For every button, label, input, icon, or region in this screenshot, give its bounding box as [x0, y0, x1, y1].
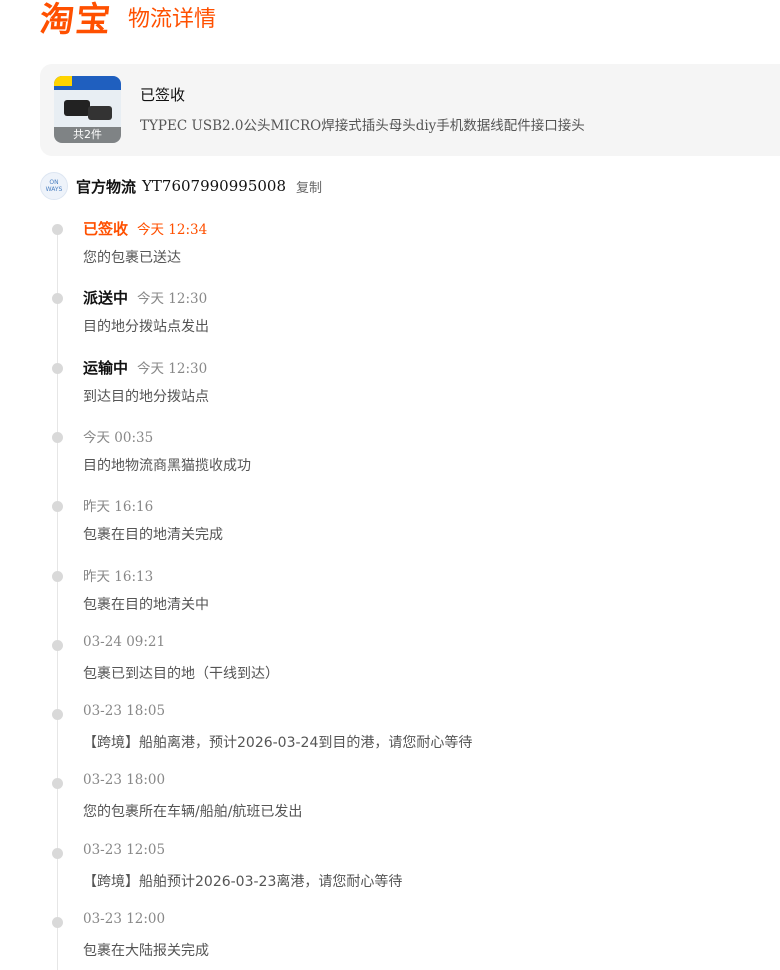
event-description: 您的包裹已送达 [83, 250, 181, 266]
timeline-event: 昨天 16:13 包裹在目的地清关中 [40, 557, 780, 617]
timeline-event: 运输中 今天 12:30 到达目的地分拨站点 [40, 349, 780, 409]
page-header: 淘宝 物流详情 [38, 0, 217, 40]
event-description: 包裹在大陆报关完成 [83, 943, 209, 959]
event-time: 今天 12:34 [137, 222, 208, 238]
timeline-dot-icon [52, 431, 63, 443]
thumbnail-banner [54, 76, 121, 90]
event-header: 03-23 12:00 [83, 911, 165, 927]
event-description: 【跨境】船舶预计2026-03-23离港，请您耐心等待 [83, 873, 403, 890]
timeline-dot-icon [52, 709, 63, 721]
event-header: 03-23 18:00 [83, 772, 165, 788]
event-description: 包裹已到达目的地（干线到达） [83, 665, 279, 682]
event-header: 03-23 18:05 [83, 703, 165, 719]
copy-button[interactable]: 复制 [296, 177, 322, 196]
taobao-logo[interactable]: 淘宝 [38, 0, 114, 40]
event-header: 已签收 今天 12:34 [83, 218, 207, 239]
page-title: 物流详情 [128, 7, 217, 32]
event-description: 【跨境】船舶离港，预计2026-03-24到目的港，请您耐心等待 [83, 735, 473, 752]
timeline-dot-icon [52, 778, 63, 790]
timeline-dot-icon [52, 917, 63, 928]
timeline-event: 03-23 18:00 您的包裹所在车辆/船舶/航班已发出 [40, 764, 780, 824]
event-description: 包裹在目的地清关中 [83, 596, 209, 613]
product-thumbnail[interactable]: 共2件 [54, 76, 121, 143]
event-time: 今天 12:30 [137, 291, 208, 308]
timeline-dot-icon [52, 570, 63, 582]
event-header: 派送中 今天 12:30 [83, 287, 207, 308]
event-header: 昨天 16:13 [83, 565, 153, 585]
timeline-dot-icon [52, 501, 63, 513]
tracking-number: YT7607990995008 [142, 177, 286, 195]
event-time: 昨天 16:13 [83, 568, 154, 585]
event-status: 运输中 [83, 358, 129, 377]
carrier-row: ON WAYS 官方物流 YT7607990995008 复制 [40, 172, 322, 200]
event-description: 您的包裹所在车辆/船舶/航班已发出 [83, 804, 303, 821]
timeline-event: 昨天 16:16 包裹在目的地清关完成 [40, 487, 780, 547]
timeline-event: 派送中 今天 12:30 目的地分拨站点发出 [40, 279, 780, 339]
product-card[interactable]: 共2件 已签收 TYPEC USB2.0公头MICRO焊接式插头母头diy手机数… [40, 64, 780, 156]
carrier-logo-icon: ON WAYS [40, 172, 68, 200]
event-time: 昨天 16:16 [83, 499, 154, 516]
usb-plug-icon [88, 106, 112, 120]
timeline-dot-icon [52, 362, 63, 374]
timeline-event: 已签收 今天 12:34 您的包裹已送达 [40, 210, 780, 270]
event-description: 到达目的地分拨站点 [83, 388, 209, 405]
item-count-badge: 共2件 [54, 127, 121, 143]
delivery-status: 已签收 [140, 86, 186, 104]
event-header: 03-23 12:05 [83, 842, 165, 858]
timeline-event: 今天 00:35 目的地物流商黑猫揽收成功 [40, 418, 780, 478]
event-status: 已签收 [83, 220, 129, 238]
event-header: 03-24 09:21 [83, 634, 165, 650]
event-description: 目的地分拨站点发出 [83, 319, 209, 336]
event-time: 03-23 12:05 [83, 841, 166, 858]
timeline-dot-icon [52, 847, 63, 859]
event-status: 派送中 [83, 289, 129, 308]
timeline-dot-icon [52, 639, 63, 651]
event-time: 今天 00:35 [83, 429, 154, 446]
product-name[interactable]: TYPEC USB2.0公头MICRO焊接式插头母头diy手机数据线配件接口接头 [140, 114, 585, 134]
event-time: 03-23 18:05 [83, 703, 166, 720]
timeline-event: 03-23 12:00 包裹在大陆报关完成 [40, 903, 780, 963]
carrier-logo-text: ON WAYS [45, 179, 63, 193]
event-header: 昨天 16:16 [83, 495, 153, 515]
carrier-name: 官方物流 [76, 177, 137, 196]
event-time: 03-23 18:00 [83, 772, 166, 789]
tracking-timeline: 已签收 今天 12:34 您的包裹已送达 派送中 今天 12:30 目的地分拨站点发出 运输… [40, 210, 780, 970]
timeline-dot-icon [52, 293, 63, 305]
event-header: 运输中 今天 12:30 [83, 357, 207, 378]
timeline-event: 03-24 09:21 包裹已到达目的地（干线到达） [40, 626, 780, 686]
thumbnail-tag [54, 76, 72, 86]
event-time: 03-24 09:21 [83, 633, 166, 650]
timeline-event: 03-23 18:05 【跨境】船舶离港，预计2026-03-24到目的港，请您耐… [40, 695, 780, 755]
event-time: 今天 12:30 [137, 360, 208, 377]
event-time: 03-23 12:00 [83, 911, 166, 927]
event-description: 包裹在目的地清关完成 [83, 527, 223, 544]
usb-plug-icon [64, 100, 90, 116]
event-description: 目的地物流商黑猫揽收成功 [83, 457, 251, 474]
event-header: 今天 00:35 [83, 426, 153, 446]
timeline-event: 03-23 12:05 【跨境】船舶预计2026-03-23离港，请您耐心等待 [40, 834, 780, 894]
timeline-dot-icon [52, 224, 63, 235]
